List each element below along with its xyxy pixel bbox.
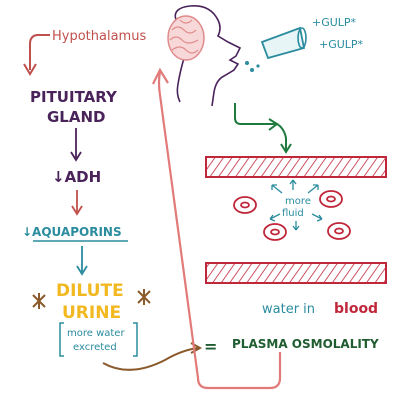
excreted-bracket-right [133, 322, 138, 357]
plasma-osmolality-label: PLASMA OSMOLALITY [232, 337, 379, 351]
diagram-svg: Hypothalamus PITUITARY GLAND ↓ADH ↓AQUAP… [22, 4, 387, 390]
blood-cell [319, 190, 343, 208]
blood-label: blood [334, 301, 378, 317]
diagram-canvas: Hypothalamus PITUITARY GLAND ↓ADH ↓AQUAP… [0, 0, 403, 400]
blood-cell [263, 223, 287, 241]
gulp-label-1: +GULP* [312, 16, 357, 29]
hypothalamus-label: Hypothalamus [52, 29, 146, 44]
water-drips [245, 61, 260, 72]
excreted-line1: more water [67, 328, 125, 339]
blood-cell [233, 196, 257, 214]
aquaporins-label: ↓AQUAPORINS [22, 225, 122, 239]
feedback-loop-arrowhead [152, 67, 169, 85]
more-fluid-line2: fluid [282, 208, 304, 219]
excreted-line2: excreted [73, 342, 117, 353]
dilute-label-line1: DILUTE [56, 281, 124, 301]
more-fluid-line1: more [285, 196, 311, 207]
star-mark-right [137, 289, 151, 305]
drink-to-blood-arrow-line [234, 103, 275, 125]
pituitary-label-line1: PITUITARY [30, 88, 118, 106]
cup-icon [260, 26, 307, 60]
water-in-label: water in [262, 302, 315, 317]
blood-vessel [205, 156, 387, 284]
gulp-label-2: +GULP* [319, 38, 364, 51]
star-mark-left [32, 293, 46, 309]
hypothalamus-arrow-line [29, 34, 50, 70]
blood-cell [327, 222, 351, 240]
excreted-bracket-left [59, 322, 64, 357]
vessel-wall-top [205, 156, 387, 178]
equals-sign: = [204, 337, 217, 356]
vessel-wall-bottom [205, 262, 387, 284]
adh-label: ↓ADH [52, 168, 101, 186]
brain-icon [167, 15, 205, 61]
urine-to-osmolality-arrow [102, 347, 199, 371]
pituitary-label-line2: GLAND [47, 108, 105, 126]
dilute-label-line2: URINE [62, 303, 121, 323]
